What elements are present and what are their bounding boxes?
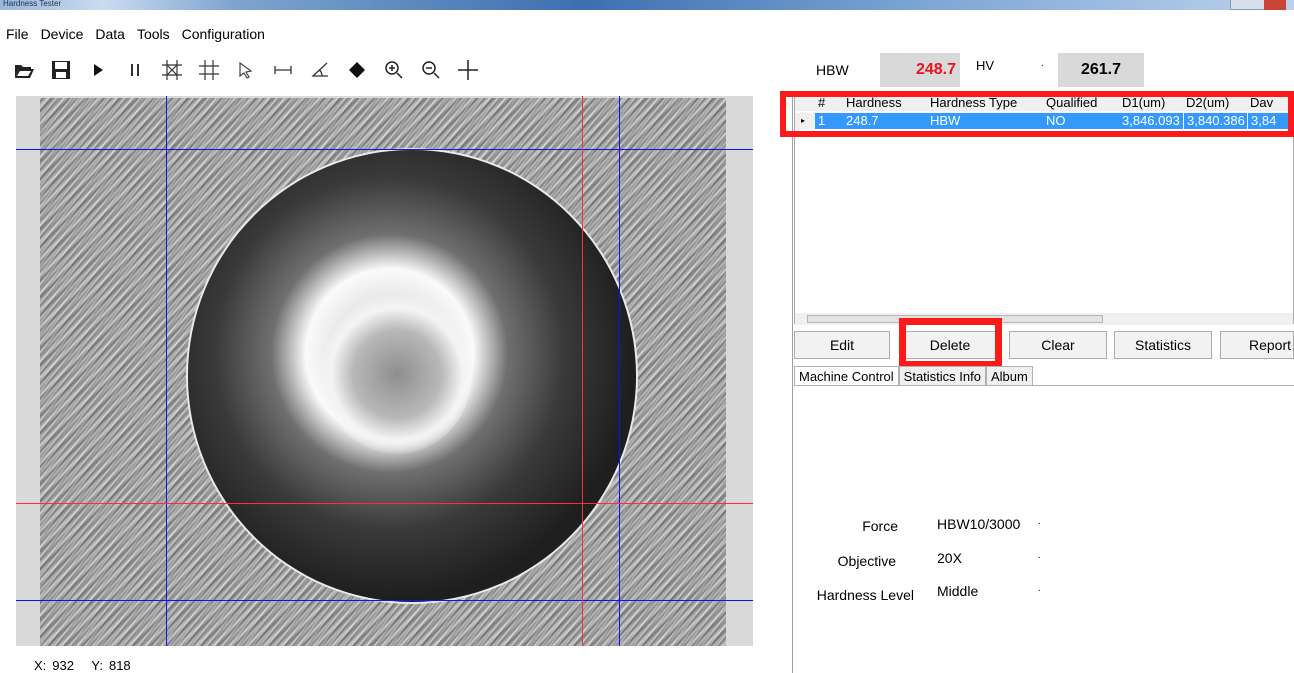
measure-distance-icon[interactable]	[269, 56, 297, 84]
hv-value: 261.7	[1058, 53, 1144, 87]
measure-angle-icon[interactable]	[306, 56, 334, 84]
menu-configuration[interactable]: Configuration	[176, 24, 271, 44]
measure-line-top[interactable]	[16, 149, 753, 150]
toolbar	[10, 56, 491, 84]
zoom-in-icon[interactable]	[380, 56, 408, 84]
report-button[interactable]: Report	[1220, 331, 1294, 359]
eraser-icon[interactable]	[343, 56, 371, 84]
cursor-line-horizontal	[16, 503, 753, 504]
menu-bar: File Device Data Tools Configuration	[0, 24, 780, 44]
force-value: HBW10/3000	[937, 516, 1021, 532]
highlight-box-table-row	[780, 91, 1294, 137]
play-icon[interactable]	[84, 56, 112, 84]
clear-button[interactable]: Clear	[1009, 331, 1107, 359]
hardness-level-label: Hardness Level	[816, 587, 914, 603]
y-label: Y:	[91, 658, 103, 673]
save-icon[interactable]	[47, 56, 75, 84]
force-select[interactable]: HBW10/3000 ·	[933, 514, 1045, 536]
edit-button[interactable]: Edit	[794, 331, 890, 359]
cursor-coordinates: X: 932 Y: 818	[34, 658, 137, 673]
hardness-scale-select[interactable]: HV ·	[972, 55, 1048, 79]
measure-line-left[interactable]	[166, 96, 167, 646]
x-label: X:	[34, 658, 47, 673]
hbw-label: HBW	[816, 62, 849, 78]
measure-line-right[interactable]	[619, 96, 620, 646]
title-bar: Hardness Tester	[0, 0, 1294, 10]
zoom-out-icon[interactable]	[417, 56, 445, 84]
menu-device[interactable]: Device	[35, 24, 90, 44]
hardness-level-select[interactable]: Middle ·	[933, 581, 1045, 603]
x-value: 932	[52, 658, 74, 673]
crosshair-icon[interactable]	[454, 56, 482, 84]
chevron-down-icon: ·	[1037, 518, 1041, 529]
hbw-value: 248.7	[880, 53, 960, 87]
window-title: Hardness Tester	[3, 0, 62, 8]
statistics-button[interactable]: Statistics	[1114, 331, 1212, 359]
objective-label: Objective	[837, 553, 896, 569]
tab-album[interactable]: Album	[985, 366, 1033, 386]
image-viewer[interactable]	[16, 96, 753, 646]
tab-machine-control[interactable]: Machine Control	[794, 366, 899, 387]
horizontal-scrollbar[interactable]	[795, 313, 1293, 325]
chevron-down-icon: ·	[1037, 585, 1041, 596]
chevron-down-icon: ·	[1037, 552, 1041, 563]
force-label: Force	[862, 518, 898, 534]
microscope-image	[40, 98, 726, 646]
indentation-center	[322, 294, 472, 454]
measure-line-bottom[interactable]	[16, 600, 753, 601]
menu-tools[interactable]: Tools	[131, 24, 176, 44]
hardness-scale-value: HV	[976, 58, 995, 73]
chevron-down-icon: ·	[1040, 60, 1044, 71]
auto-measure-icon[interactable]	[158, 56, 186, 84]
grid-icon[interactable]	[195, 56, 223, 84]
tab-strip: Machine Control Statistics Info Album	[794, 366, 1033, 387]
close-window-button[interactable]	[1264, 0, 1286, 10]
menu-file[interactable]: File	[0, 24, 35, 44]
menu-data[interactable]: Data	[89, 24, 131, 44]
highlight-box-delete	[899, 318, 1002, 368]
select-pointer-icon[interactable]	[232, 56, 260, 84]
objective-select[interactable]: 20X ·	[933, 548, 1045, 570]
panel-divider[interactable]	[792, 96, 793, 673]
tab-statistics-info[interactable]: Statistics Info	[898, 366, 986, 386]
objective-value: 20X	[937, 550, 962, 566]
open-folder-icon[interactable]	[10, 56, 38, 84]
y-value: 818	[108, 658, 131, 673]
cursor-line-vertical	[582, 96, 583, 646]
hardness-level-value: Middle	[937, 583, 979, 599]
pause-icon[interactable]	[121, 56, 149, 84]
